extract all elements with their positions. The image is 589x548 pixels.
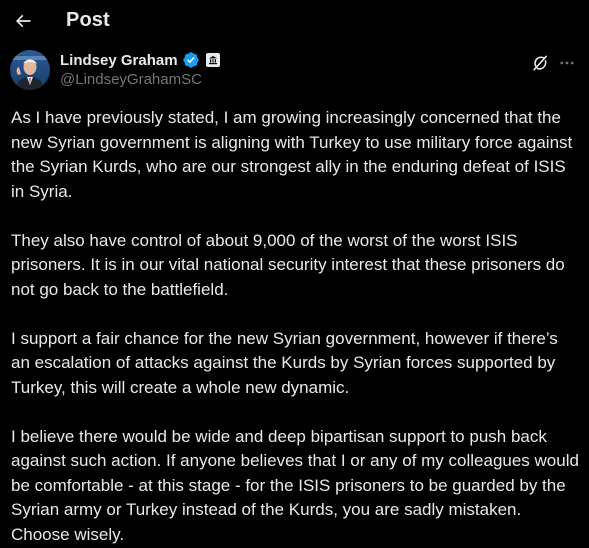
- page-title: Post: [66, 9, 110, 31]
- post-header: Lindsey Graham @LindseyGrahamSC: [0, 48, 589, 94]
- avatar[interactable]: [10, 50, 50, 90]
- back-button[interactable]: [6, 4, 40, 38]
- more-horizontal-icon: [558, 54, 576, 72]
- arrow-left-icon: [13, 11, 33, 31]
- post-paragraph: I believe there would be wide and deep b…: [11, 426, 579, 544]
- government-affiliation-icon[interactable]: [205, 53, 220, 67]
- top-bar: Post: [0, 0, 589, 44]
- post-paragraph: I support a fair chance for the new Syri…: [11, 328, 558, 397]
- post-paragraph: As I have previously stated, I am growin…: [11, 108, 573, 201]
- author-handle[interactable]: @LindseyGrahamSC: [60, 71, 202, 88]
- post-paragraph: They also have control of about 9,000 of…: [11, 230, 565, 299]
- post-text: As I have previously stated, I am growin…: [11, 106, 579, 547]
- grok-button[interactable]: [528, 51, 552, 75]
- verified-badge-icon[interactable]: [182, 51, 200, 69]
- more-options-button[interactable]: [555, 51, 579, 75]
- author-name[interactable]: Lindsey Graham: [60, 52, 178, 69]
- grok-icon: [530, 53, 550, 73]
- author-name-row: Lindsey Graham: [60, 51, 220, 69]
